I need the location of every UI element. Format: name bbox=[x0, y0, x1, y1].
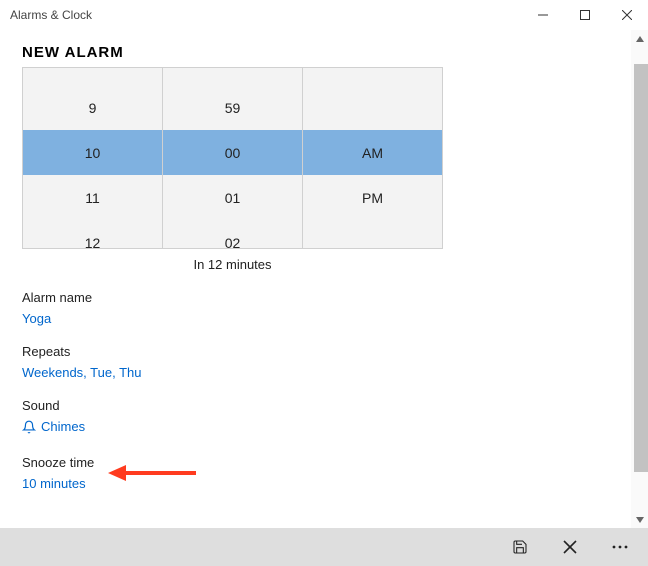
hour-picker[interactable]: 8 9 10 11 12 bbox=[23, 68, 163, 248]
maximize-button[interactable] bbox=[564, 0, 606, 30]
bell-icon bbox=[22, 420, 36, 434]
ampm-option bbox=[303, 67, 442, 85]
minimize-button[interactable] bbox=[522, 0, 564, 30]
hour-option[interactable]: 12 bbox=[23, 220, 162, 249]
page-title: NEW ALARM bbox=[22, 30, 613, 67]
repeats-field: Repeats Weekends, Tue, Thu bbox=[22, 344, 613, 380]
minute-option[interactable]: 02 bbox=[163, 220, 302, 249]
repeats-label: Repeats bbox=[22, 344, 613, 359]
hour-option[interactable]: 8 bbox=[23, 67, 162, 85]
window-controls bbox=[522, 0, 648, 30]
repeats-value[interactable]: Weekends, Tue, Thu bbox=[22, 365, 141, 380]
time-picker[interactable]: 8 9 10 11 12 58 59 00 01 02 bbox=[22, 67, 443, 249]
page: NEW ALARM 8 9 10 11 12 58 59 00 01 02 bbox=[0, 30, 631, 491]
ampm-option bbox=[303, 220, 442, 249]
hour-option-selected[interactable]: 10 bbox=[23, 130, 162, 175]
alarm-name-value[interactable]: Yoga bbox=[22, 311, 51, 326]
ampm-option-selected[interactable]: AM bbox=[303, 130, 442, 175]
command-bar bbox=[0, 528, 648, 566]
ampm-picker[interactable]: AM PM bbox=[303, 68, 442, 248]
cancel-button[interactable] bbox=[548, 530, 592, 564]
sound-value[interactable]: Chimes bbox=[22, 419, 85, 434]
sound-field: Sound Chimes bbox=[22, 398, 613, 437]
ampm-option bbox=[303, 85, 442, 130]
window-title: Alarms & Clock bbox=[10, 8, 522, 22]
hour-option[interactable]: 11 bbox=[23, 175, 162, 220]
minute-picker[interactable]: 58 59 00 01 02 bbox=[163, 68, 303, 248]
content-area: NEW ALARM 8 9 10 11 12 58 59 00 01 02 bbox=[0, 30, 648, 528]
alarm-name-field: Alarm name Yoga bbox=[22, 290, 613, 326]
minute-option-selected[interactable]: 00 bbox=[163, 130, 302, 175]
sound-label: Sound bbox=[22, 398, 613, 413]
scroll-up-icon[interactable] bbox=[631, 30, 648, 47]
minute-option[interactable]: 58 bbox=[163, 67, 302, 85]
title-bar: Alarms & Clock bbox=[0, 0, 648, 30]
ampm-option[interactable]: PM bbox=[303, 175, 442, 220]
snooze-label: Snooze time bbox=[22, 455, 613, 470]
scroll-down-icon[interactable] bbox=[631, 511, 648, 528]
save-button[interactable] bbox=[498, 530, 542, 564]
relative-time: In 12 minutes bbox=[22, 257, 443, 272]
scroll-thumb[interactable] bbox=[634, 64, 648, 472]
alarm-name-label: Alarm name bbox=[22, 290, 613, 305]
minute-option[interactable]: 01 bbox=[163, 175, 302, 220]
snooze-value[interactable]: 10 minutes bbox=[22, 476, 86, 491]
scrollbar[interactable] bbox=[631, 30, 648, 528]
hour-option[interactable]: 9 bbox=[23, 85, 162, 130]
minute-option[interactable]: 59 bbox=[163, 85, 302, 130]
close-button[interactable] bbox=[606, 0, 648, 30]
sound-value-text: Chimes bbox=[41, 419, 85, 434]
more-button[interactable] bbox=[598, 530, 642, 564]
snooze-field: Snooze time 10 minutes bbox=[22, 455, 613, 491]
